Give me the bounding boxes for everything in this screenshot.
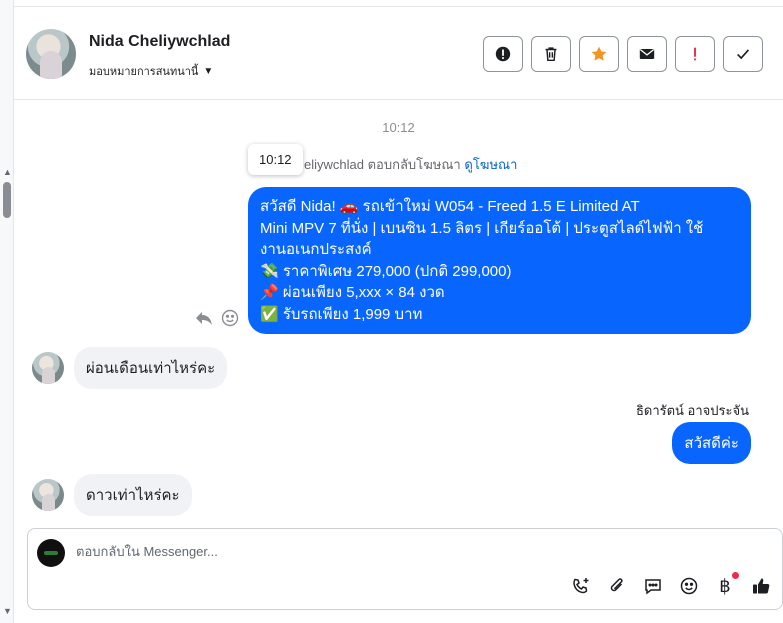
sender-name: ธิดารัตน์ อาจประจัน <box>635 403 749 418</box>
thumbs-up-icon <box>753 578 770 594</box>
message-line: สวัสดี Nida! 🚗 รถเข้าใหม่ W054 - Freed 1… <box>260 198 640 215</box>
chat-bubble-icon <box>645 579 661 595</box>
report-button[interactable] <box>483 36 523 72</box>
contact-name[interactable]: Nida Cheliywchlad <box>89 33 230 51</box>
smiley-icon <box>680 577 698 595</box>
mark-unread-button[interactable] <box>627 36 667 72</box>
conversation-header: Nida Cheliywchlad มอบหมายการสนทนานี้ ▼ <box>14 6 783 100</box>
vertical-scrollbar[interactable]: ▲ ▼ <box>0 0 14 623</box>
report-icon <box>495 46 511 62</box>
like-button[interactable] <box>750 575 772 597</box>
emoji-button[interactable] <box>678 575 700 597</box>
star-button[interactable] <box>579 36 619 72</box>
message-input[interactable] <box>76 544 676 559</box>
message-line: Mini MPV 7 ที่นั่ง | เบนซิน 1.5 ลิตร | เ… <box>260 219 704 237</box>
page-avatar <box>37 539 65 567</box>
ad-reply-text: eliywchlad ตอบกลับโฆษณา <box>304 157 461 172</box>
incoming-message[interactable]: ผ่อนเดือนเท่าไหร่คะ <box>74 347 228 389</box>
paperclip-icon <box>610 578 623 592</box>
mail-icon <box>639 49 655 59</box>
outgoing-ad-message[interactable]: สวัสดี Nida! 🚗 รถเข้าใหม่ W054 - Freed 1… <box>248 187 751 334</box>
scrollbar-thumb[interactable] <box>3 182 11 218</box>
contact-avatar-small[interactable] <box>32 479 64 511</box>
notification-dot <box>732 572 739 579</box>
trash-icon <box>545 47 557 62</box>
spam-button[interactable] <box>675 36 715 72</box>
assign-conversation-label: มอบหมายการสนทนานี้ <box>89 66 199 78</box>
time-tooltip: 10:12 <box>248 144 303 175</box>
phone-plus-icon <box>573 578 589 594</box>
incoming-message[interactable]: ดาวเท่าไหร่คะ <box>74 474 192 516</box>
check-icon <box>737 49 750 60</box>
contact-avatar-small[interactable] <box>32 352 64 384</box>
exclamation-icon <box>694 47 696 61</box>
message-timestamp: 10:12 <box>382 120 415 135</box>
saved-replies-button[interactable] <box>642 575 664 597</box>
attach-button[interactable] <box>606 575 628 597</box>
message-line: 💸 ราคาพิเศษ 279,000 (ปกติ 299,000) <box>260 262 512 280</box>
mark-done-button[interactable] <box>723 36 763 72</box>
assign-conversation-dropdown[interactable]: มอบหมายการสนทนานี้ ▼ <box>89 62 213 80</box>
message-composer: ฿ <box>27 528 783 610</box>
message-thread[interactable]: 10:12 eliywchlad ตอบกลับโฆษณา ดูโฆษณา 10… <box>14 100 783 520</box>
star-icon <box>591 46 607 61</box>
incoming-message-row: ดาวเท่าไหร่คะ <box>32 474 192 516</box>
payment-button[interactable]: ฿ <box>714 572 739 597</box>
message-line: งานอเนกประสงค์ <box>260 241 372 258</box>
header-actions <box>483 36 763 72</box>
incoming-message-row: ผ่อนเดือนเท่าไหร่คะ <box>32 347 228 389</box>
scroll-up-arrow-icon[interactable]: ▲ <box>3 168 12 177</box>
view-ad-link[interactable]: ดูโฆษณา <box>464 157 517 172</box>
scroll-down-arrow-icon[interactable]: ▼ <box>3 607 12 616</box>
composer-tools: ฿ <box>570 572 772 597</box>
contact-avatar[interactable] <box>26 29 76 79</box>
message-line: ✅ รับรถเพียง 1,999 บาท <box>260 305 423 323</box>
message-actions <box>194 308 240 328</box>
delete-button[interactable] <box>531 36 571 72</box>
reply-icon[interactable] <box>194 308 214 328</box>
message-line: 📌 ผ่อนเพียง 5,xxx × 84 งวด <box>260 284 445 301</box>
baht-icon: ฿ <box>719 575 731 596</box>
call-button[interactable] <box>570 575 592 597</box>
caret-down-icon: ▼ <box>203 65 214 77</box>
outgoing-message[interactable]: สวัสดีค่ะ <box>672 422 751 464</box>
react-emoji-icon[interactable] <box>220 308 240 328</box>
ad-reply-note: eliywchlad ตอบกลับโฆษณา ดูโฆษณา <box>304 154 517 175</box>
